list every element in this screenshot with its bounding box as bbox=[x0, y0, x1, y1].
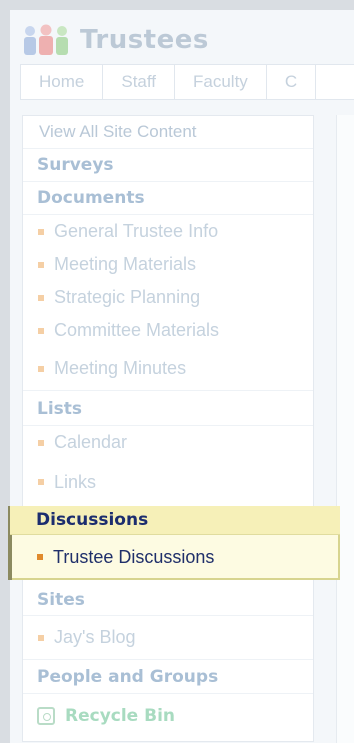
top-nav-tabs: Home Staff Faculty C bbox=[20, 64, 354, 100]
nav-item-strategic-planning[interactable]: Strategic Planning bbox=[23, 281, 313, 314]
nav-item-label: Calendar bbox=[54, 432, 128, 452]
nav-item-label: Strategic Planning bbox=[54, 287, 201, 307]
heading-sites-label: Sites bbox=[37, 589, 85, 610]
nav-item-label: Jay's Blog bbox=[54, 627, 136, 647]
bullet-icon bbox=[38, 228, 44, 235]
content-area-edge bbox=[336, 115, 354, 743]
recycle-bin-label: Recycle Bin bbox=[65, 706, 176, 726]
heading-discussions[interactable]: Discussions bbox=[10, 506, 340, 535]
tab-faculty[interactable]: Faculty bbox=[175, 65, 267, 99]
people-icon bbox=[24, 24, 68, 55]
heading-sites[interactable]: Sites bbox=[23, 584, 313, 616]
nav-item-general-trustee-info[interactable]: General Trustee Info bbox=[23, 215, 313, 248]
site-header: Trustees bbox=[20, 22, 209, 58]
nav-item-label: Meeting Materials bbox=[54, 254, 197, 274]
window-left-edge bbox=[0, 10, 10, 743]
bullet-icon bbox=[38, 479, 44, 485]
bullet-icon bbox=[38, 294, 44, 301]
tab-staff[interactable]: Staff bbox=[103, 65, 176, 99]
nav-item-label: General Trustee Info bbox=[54, 221, 219, 241]
heading-surveys-label: Surveys bbox=[37, 155, 114, 175]
nav-item-meeting-minutes[interactable]: Meeting Minutes bbox=[23, 347, 313, 391]
recycle-bin-icon bbox=[37, 707, 55, 725]
heading-people-and-groups-label: People and Groups bbox=[37, 666, 219, 687]
heading-lists-label: Lists bbox=[37, 398, 83, 419]
heading-surveys[interactable]: Surveys bbox=[23, 149, 313, 182]
recycle-bin-link[interactable]: Recycle Bin bbox=[23, 694, 313, 738]
nav-item-committee-materials[interactable]: Committee Materials bbox=[23, 314, 313, 347]
bullet-icon bbox=[38, 261, 44, 268]
site-title[interactable]: Trustees bbox=[80, 25, 209, 55]
nav-item-meeting-materials[interactable]: Meeting Materials bbox=[23, 248, 313, 281]
window-top-edge bbox=[0, 0, 354, 10]
heading-people-and-groups[interactable]: People and Groups bbox=[23, 660, 313, 694]
bullet-icon bbox=[38, 365, 44, 372]
nav-item-label: Links bbox=[54, 471, 97, 492]
bullet-icon bbox=[38, 439, 44, 446]
heading-discussions-label: Discussions bbox=[36, 510, 149, 530]
nav-item-label: Committee Materials bbox=[54, 320, 220, 340]
bullet-icon bbox=[38, 634, 44, 641]
quick-launch: View All Site Content Surveys Documents … bbox=[22, 115, 314, 742]
nav-item-links[interactable]: Links bbox=[23, 459, 313, 505]
view-all-label: View All Site Content bbox=[39, 122, 197, 141]
tab-truncated[interactable]: C bbox=[267, 65, 317, 99]
bullet-icon bbox=[38, 327, 44, 334]
heading-documents[interactable]: Documents bbox=[23, 182, 313, 215]
tab-home[interactable]: Home bbox=[21, 65, 104, 99]
view-all-site-content-link[interactable]: View All Site Content bbox=[23, 116, 313, 149]
heading-lists[interactable]: Lists bbox=[23, 392, 313, 426]
nav-item-label: Trustee Discussions bbox=[53, 546, 215, 567]
app-window: Trustees Home Staff Faculty C View All S… bbox=[0, 0, 354, 743]
nav-item-trustee-discussions[interactable]: Trustee Discussions bbox=[10, 536, 340, 578]
nav-item-calendar[interactable]: Calendar bbox=[23, 426, 313, 459]
heading-documents-label: Documents bbox=[37, 188, 145, 208]
nav-item-label: Meeting Minutes bbox=[54, 358, 187, 378]
bullet-icon bbox=[37, 554, 43, 560]
nav-item-jays-blog[interactable]: Jay's Blog bbox=[23, 616, 313, 660]
